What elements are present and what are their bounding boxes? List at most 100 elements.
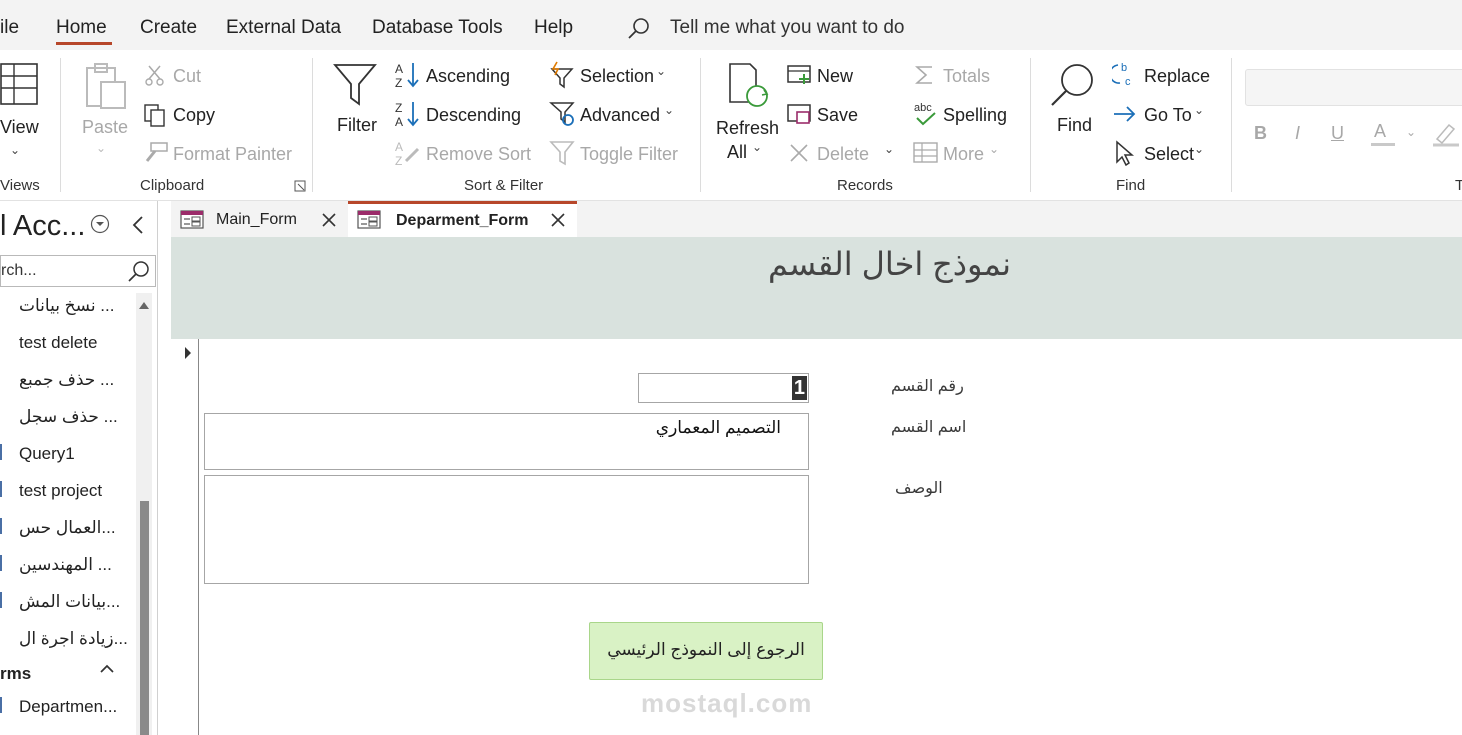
dept-name-value[interactable]: التصميم المعماري <box>656 418 781 438</box>
menu-help[interactable]: Help <box>534 17 573 39</box>
filter-icon[interactable] <box>333 62 377 108</box>
remove-sort-button[interactable]: Remove Sort <box>426 144 531 165</box>
nav-section-forms[interactable]: rms <box>0 664 31 684</box>
sort-descending-icon[interactable]: Z A <box>394 100 422 128</box>
nav-scrollbar-thumb[interactable] <box>140 501 149 735</box>
view-chevron-icon[interactable]: ⌄ <box>10 143 20 157</box>
toggle-filter-button[interactable]: Toggle Filter <box>580 144 678 165</box>
save-icon[interactable] <box>787 103 813 125</box>
remove-sort-icon[interactable]: A Z <box>394 139 422 167</box>
nav-item[interactable]: test delete <box>19 333 97 353</box>
new-record-icon[interactable] <box>787 64 813 86</box>
go-to-button[interactable]: Go To <box>1144 105 1192 126</box>
format-painter-icon[interactable] <box>143 141 169 165</box>
spelling-icon[interactable]: abc <box>913 100 939 128</box>
advanced-filter-icon[interactable] <box>549 100 577 128</box>
advanced-chevron-icon[interactable]: ⌄ <box>664 103 674 117</box>
find-button[interactable]: Find <box>1057 115 1092 136</box>
view-icon[interactable] <box>0 62 40 108</box>
new-button[interactable]: New <box>817 66 853 87</box>
toggle-filter-icon[interactable] <box>549 139 575 167</box>
font-name-combo[interactable] <box>1245 69 1462 106</box>
select-button[interactable]: Select <box>1144 144 1194 165</box>
nav-item-form[interactable]: Departmen... <box>19 697 117 717</box>
save-button[interactable]: Save <box>817 105 858 126</box>
underline-button[interactable]: U <box>1331 123 1344 144</box>
italic-button[interactable]: I <box>1295 123 1300 144</box>
close-icon[interactable] <box>321 212 337 228</box>
bold-button[interactable]: B <box>1254 123 1267 144</box>
more-button[interactable]: More <box>943 144 984 165</box>
advanced-button[interactable]: Advanced <box>580 105 660 126</box>
delete-button[interactable]: Delete <box>817 144 869 165</box>
descending-button[interactable]: Descending <box>426 105 521 126</box>
tell-me-input[interactable]: Tell me what you want to do <box>670 17 904 39</box>
dept-number-field[interactable]: 1 <box>638 373 809 403</box>
dept-number-value[interactable]: 1 <box>791 376 807 400</box>
replace-icon[interactable]: b c <box>1112 61 1138 89</box>
search-icon[interactable] <box>627 17 651 41</box>
nav-search-input[interactable]: rch... <box>1 262 37 280</box>
nav-item[interactable]: حذف سجل ... <box>19 407 118 427</box>
select-cursor-icon[interactable] <box>1114 140 1136 166</box>
paste-chevron-icon[interactable]: ⌄ <box>96 141 106 155</box>
nav-menu-chevron-icon[interactable] <box>90 214 110 234</box>
nav-item[interactable]: test project <box>19 481 102 501</box>
select-chevron-icon[interactable]: ⌄ <box>1194 142 1204 156</box>
sort-ascending-icon[interactable]: A Z <box>394 61 422 89</box>
refresh-chevron-icon[interactable]: ⌄ <box>752 140 762 154</box>
go-to-icon[interactable] <box>1112 103 1138 125</box>
section-collapse-icon[interactable] <box>99 662 115 676</box>
find-icon[interactable] <box>1049 62 1097 110</box>
font-color-button[interactable]: A <box>1374 121 1386 142</box>
delete-icon[interactable] <box>789 143 809 163</box>
paste-button[interactable]: Paste <box>82 117 128 138</box>
nav-search-icon[interactable] <box>127 260 151 284</box>
font-color-chevron-icon[interactable]: ⌄ <box>1406 125 1416 139</box>
clipboard-launcher-icon[interactable] <box>294 180 306 192</box>
tab-deparment-form[interactable]: Deparment_Form <box>348 201 577 237</box>
collapse-pane-icon[interactable] <box>131 215 145 235</box>
more-chevron-icon[interactable]: ⌄ <box>989 142 999 156</box>
selection-chevron-icon[interactable]: ⌄ <box>656 64 666 78</box>
copy-icon[interactable] <box>143 103 167 127</box>
nav-item[interactable]: Query1 <box>19 444 75 464</box>
cut-icon[interactable] <box>145 64 165 86</box>
nav-item[interactable]: بيانات المش... <box>19 592 120 612</box>
selection-icon[interactable] <box>549 61 575 89</box>
nav-item[interactable]: نسخ بيانات ... <box>19 296 114 316</box>
refresh-all-button[interactable]: Refresh <box>716 118 779 139</box>
record-selector[interactable] <box>171 339 199 735</box>
tab-main-form[interactable]: Main_Form <box>171 201 347 237</box>
back-to-main-form-button[interactable]: الرجوع إلى النموذج الرئيسي <box>589 622 823 680</box>
spelling-button[interactable]: Spelling <box>943 105 1007 126</box>
more-icon[interactable] <box>913 142 939 164</box>
delete-chevron-icon[interactable]: ⌄ <box>884 142 894 156</box>
view-button[interactable]: View <box>0 117 39 138</box>
nav-item[interactable]: العمال حس... <box>19 518 116 538</box>
highlight-icon[interactable] <box>1433 121 1459 147</box>
menu-home[interactable]: Home <box>56 17 107 39</box>
nav-item[interactable]: حذف جمبع ... <box>19 370 114 390</box>
menu-external-data[interactable]: External Data <box>226 17 341 39</box>
nav-item[interactable]: المهندسين ... <box>19 555 112 575</box>
copy-button[interactable]: Copy <box>173 105 215 126</box>
totals-icon[interactable] <box>915 64 935 86</box>
close-icon[interactable] <box>550 212 566 228</box>
format-painter-button[interactable]: Format Painter <box>173 144 292 165</box>
menu-database-tools[interactable]: Database Tools <box>372 17 503 39</box>
menu-create[interactable]: Create <box>140 17 197 39</box>
ascending-button[interactable]: Ascending <box>426 66 510 87</box>
refresh-icon[interactable] <box>726 62 772 110</box>
dept-name-field[interactable]: التصميم المعماري <box>204 413 809 470</box>
menu-file[interactable]: ile <box>0 17 19 39</box>
totals-button[interactable]: Totals <box>943 66 990 87</box>
replace-button[interactable]: Replace <box>1144 66 1210 87</box>
description-field[interactable] <box>204 475 809 584</box>
nav-search-box[interactable]: rch... <box>0 255 156 287</box>
go-to-chevron-icon[interactable]: ⌄ <box>1194 103 1204 117</box>
cut-button[interactable]: Cut <box>173 66 201 87</box>
selection-button[interactable]: Selection <box>580 66 654 87</box>
nav-item[interactable]: زيادة اجرة ال... <box>19 629 128 649</box>
filter-button[interactable]: Filter <box>337 115 377 136</box>
